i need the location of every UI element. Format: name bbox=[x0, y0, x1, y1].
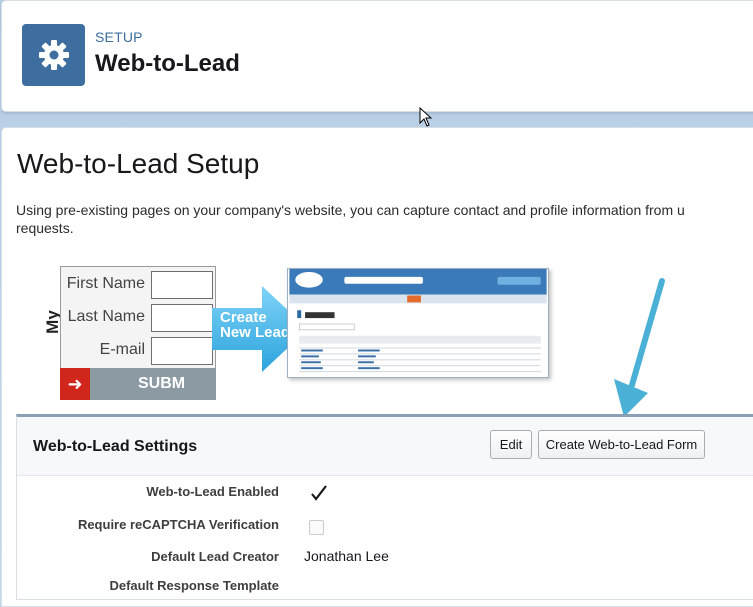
form-field-box bbox=[151, 304, 213, 332]
default-lead-creator-value[interactable]: Jonathan Lee bbox=[304, 548, 389, 564]
form-label: E-mail bbox=[99, 341, 145, 358]
sample-submit-label: SUBM bbox=[90, 368, 216, 400]
create-new-lead-label: Create New Lead bbox=[220, 309, 291, 341]
settings-header: Web-to-Lead Settings Edit Create Web-to-… bbox=[17, 417, 753, 476]
form-field-box bbox=[151, 271, 213, 299]
breadcrumb[interactable]: SETUP bbox=[95, 29, 143, 45]
mouse-cursor-icon bbox=[419, 107, 433, 127]
form-row-email: E-mail bbox=[61, 337, 217, 365]
setup-page-heading: Web-to-Lead Setup bbox=[17, 148, 260, 179]
checkmark-icon bbox=[311, 485, 327, 501]
require-recaptcha-label: Require reCAPTCHA Verification bbox=[77, 517, 279, 532]
edit-button[interactable]: Edit bbox=[490, 430, 532, 459]
page-title: Web-to-Lead bbox=[95, 50, 240, 77]
settings-title: Web-to-Lead Settings bbox=[33, 438, 198, 455]
salesforce-screenshot-thumbnail bbox=[287, 268, 549, 378]
default-response-template-label: Default Response Template bbox=[109, 578, 279, 593]
intro-line-2: requests. bbox=[16, 220, 74, 236]
web-to-lead-illustration: My Website First Name Last Name E-mail ➜… bbox=[30, 262, 570, 400]
setup-tile bbox=[22, 24, 85, 86]
intro-line-1: Using pre-existing pages on your company… bbox=[16, 202, 685, 218]
web-to-lead-settings-panel: Web-to-Lead Settings Edit Create Web-to-… bbox=[16, 414, 753, 600]
gear-icon bbox=[38, 40, 69, 70]
form-row-first-name: First Name bbox=[61, 271, 217, 299]
annotation-arrow-icon bbox=[614, 278, 665, 417]
form-label: Last Name bbox=[67, 308, 145, 325]
form-field-box bbox=[151, 337, 213, 365]
web-to-lead-enabled-label: Web-to-Lead Enabled bbox=[146, 484, 279, 499]
default-lead-creator-label: Default Lead Creator bbox=[151, 549, 279, 564]
intro-text: Using pre-existing pages on your company… bbox=[16, 201, 753, 237]
form-row-last-name: Last Name bbox=[61, 304, 217, 332]
recaptcha-checkbox bbox=[309, 520, 324, 535]
arrow-right-icon: ➜ bbox=[60, 368, 90, 400]
setup-header: SETUP Web-to-Lead bbox=[1, 0, 753, 112]
form-label: First Name bbox=[66, 275, 145, 292]
create-web-to-lead-form-button[interactable]: Create Web-to-Lead Form bbox=[538, 430, 705, 459]
sample-form: First Name Last Name E-mail bbox=[60, 266, 216, 372]
